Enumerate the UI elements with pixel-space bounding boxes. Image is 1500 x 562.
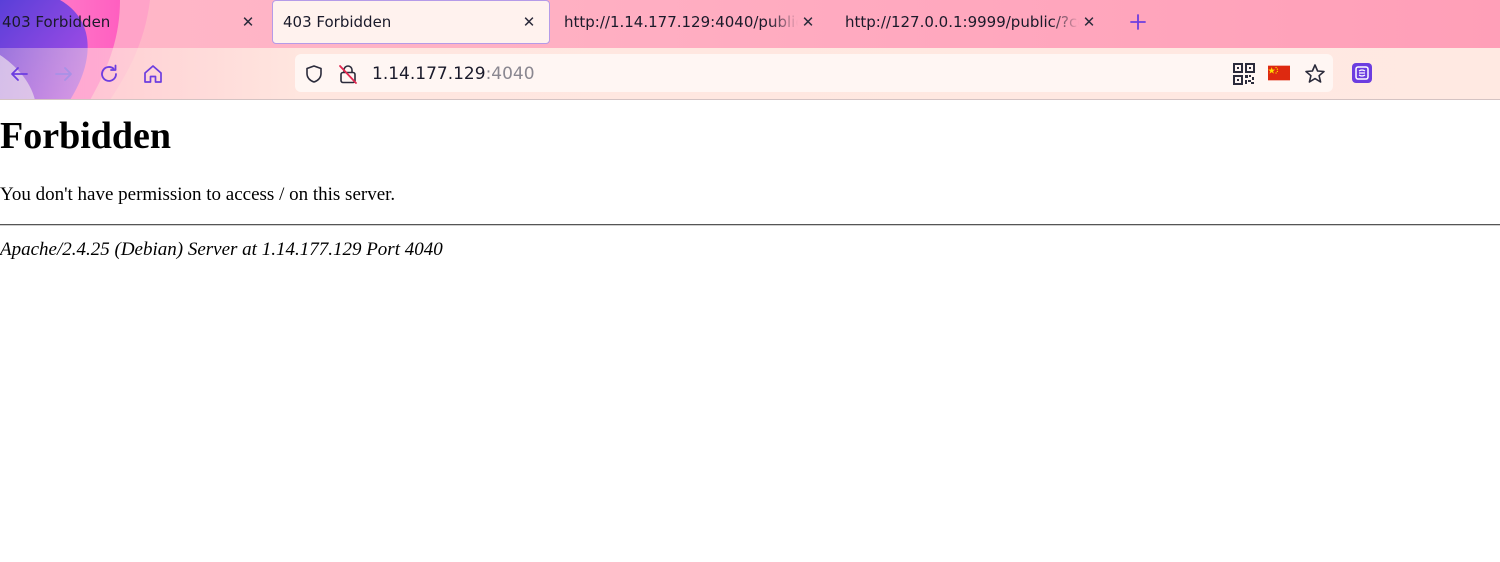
close-icon[interactable]: ✕: [798, 12, 818, 32]
reload-icon: [101, 64, 117, 82]
new-tab-button[interactable]: [1126, 10, 1150, 34]
tab-title: 403 Forbidden: [2, 13, 111, 31]
tracking-protection-shield-icon[interactable]: [303, 63, 325, 85]
arrow-left-icon: [11, 67, 28, 81]
url-input[interactable]: 1.14.177.129:4040: [372, 63, 535, 85]
bookmark-star-icon[interactable]: [1303, 62, 1327, 86]
url-host: 1.14.177.129: [372, 64, 486, 84]
tab-strip: 403 Forbidden ✕ 403 Forbidden ✕ http://1…: [0, 0, 1500, 44]
tab-403-forbidden-1[interactable]: 403 Forbidden ✕: [0, 0, 262, 44]
close-icon[interactable]: ✕: [1079, 12, 1099, 32]
page-heading: Forbidden: [0, 115, 172, 157]
error-message: You don't have permission to access / on…: [0, 184, 396, 205]
address-bar[interactable]: 1.14.177.129:4040: [295, 54, 1333, 92]
tab-title: 403 Forbidden: [283, 13, 392, 31]
close-icon[interactable]: ✕: [519, 12, 539, 32]
navigation-toolbar: 1.14.177.129:4040: [0, 48, 1500, 100]
divider: [0, 224, 1500, 226]
plus-icon: [1130, 14, 1146, 30]
insecure-lock-icon[interactable]: [337, 63, 359, 85]
close-icon[interactable]: ✕: [238, 12, 258, 32]
forward-button[interactable]: [51, 61, 77, 87]
china-flag-icon[interactable]: [1268, 65, 1290, 81]
tab-title: http://1.14.177.129:4040/public/?: [564, 13, 798, 31]
browser-chrome: 403 Forbidden ✕ 403 Forbidden ✕ http://1…: [0, 0, 1500, 100]
url-port: :4040: [485, 64, 535, 84]
tab-403-forbidden-active[interactable]: 403 Forbidden ✕: [272, 0, 550, 44]
page-content: Forbidden You don't have permission to a…: [0, 100, 1500, 562]
tab-title: http://127.0.0.1:9999/public/?coo: [845, 13, 1079, 31]
back-button[interactable]: [6, 61, 32, 87]
tab-public-9999[interactable]: http://127.0.0.1:9999/public/?coo ✕: [835, 0, 1103, 44]
arrow-right-icon: [55, 67, 72, 81]
reload-button[interactable]: [96, 61, 122, 87]
home-button[interactable]: [140, 61, 166, 87]
qr-code-icon[interactable]: [1233, 63, 1255, 85]
server-signature: Apache/2.4.25 (Debian) Server at 1.14.17…: [0, 239, 443, 260]
home-icon: [144, 65, 162, 83]
tab-public-4040[interactable]: http://1.14.177.129:4040/public/? ✕: [554, 0, 822, 44]
extension-icon[interactable]: [1351, 62, 1373, 84]
